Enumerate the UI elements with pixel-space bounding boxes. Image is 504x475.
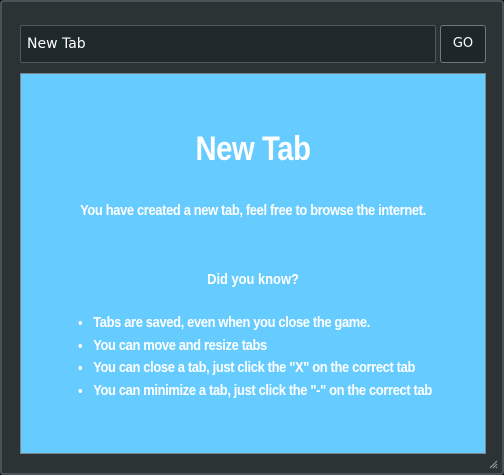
list-item: Tabs are saved, even when you close the … bbox=[91, 312, 431, 335]
list-item: You can close a tab, just click the "X" … bbox=[91, 357, 431, 380]
tips-list: Tabs are saved, even when you close the … bbox=[76, 312, 432, 402]
list-item: You can move and resize tabs bbox=[91, 335, 431, 358]
intro-text: You have created a new tab, feel free to… bbox=[80, 202, 426, 219]
page-content: New Tab You have created a new tab, feel… bbox=[20, 73, 486, 454]
url-input[interactable] bbox=[20, 25, 436, 63]
did-you-know-heading: Did you know? bbox=[207, 271, 299, 288]
resize-grip-icon[interactable] bbox=[489, 460, 498, 469]
page-title: New Tab bbox=[195, 130, 311, 168]
list-item: You can minimize a tab, just click the "… bbox=[91, 380, 432, 403]
go-button[interactable]: GO bbox=[440, 25, 486, 63]
browser-window: GO New Tab You have created a new tab, f… bbox=[0, 0, 504, 475]
